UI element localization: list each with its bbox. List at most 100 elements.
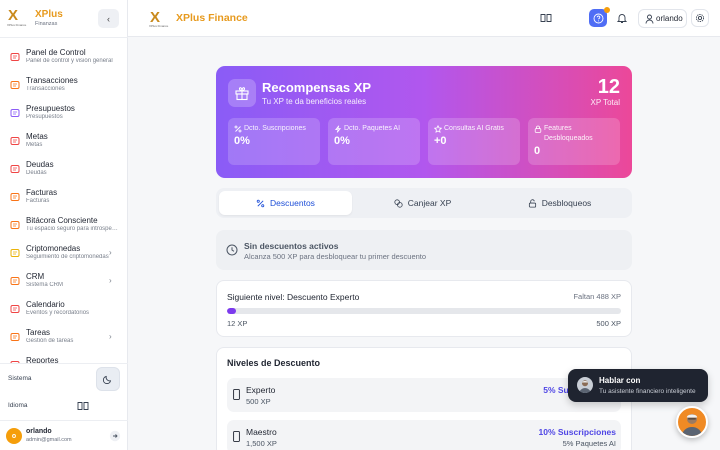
level-xp: 1,500 XP (246, 439, 277, 448)
discount-level-row: Experto500 XP5% Suscripciones (227, 378, 621, 412)
xp-total-value: 12 (597, 76, 620, 98)
level-secondary-benefit: 5% Paquetes AI (562, 439, 616, 448)
rewards-card: Recompensas XP Tu XP te da beneficios re… (216, 66, 632, 178)
invoices-icon (10, 193, 20, 201)
bell-icon[interactable] (616, 12, 628, 24)
sidebar-item-title: Tareas (26, 328, 51, 337)
chat-assistant-button[interactable] (676, 406, 708, 438)
logout-icon[interactable] (109, 430, 121, 442)
tab-3[interactable]: Desbloqueos (493, 191, 626, 215)
rewards-stat-label: Consultas AI Gratis (444, 125, 504, 132)
sidebar-item-8[interactable]: Criptomonedas Seguimiento de criptomoneda… (0, 241, 128, 267)
tab-label: Canjear XP (407, 198, 452, 208)
sidebar-item-title: Facturas (26, 188, 58, 197)
help-icon (593, 13, 603, 23)
lock-icon (534, 125, 542, 133)
gift-icon (235, 87, 249, 101)
gift-icon-box (228, 79, 256, 107)
settings-button[interactable] (691, 9, 709, 27)
sidebar-item-subtitle: Facturas (26, 198, 50, 204)
rewards-stat-label: Dcto. Suscripciones (244, 125, 306, 132)
percent-icon (234, 125, 242, 133)
sidebar-item-1[interactable]: Panel de Control Panel de control y visió… (0, 45, 128, 71)
unlock-icon (528, 198, 536, 208)
sidebar-item-subtitle: Tu espacio seguro para introspección (26, 226, 118, 232)
xp-progress-fill (227, 308, 237, 314)
user-icon (645, 14, 654, 24)
sidebar-item-title: Criptomonedas (26, 244, 81, 253)
sidebar-item-10[interactable]: Calendario Eventos y recordatorios (0, 297, 128, 323)
sidebar-item-title: Deudas (26, 160, 54, 169)
tab-label: Desbloqueos (541, 198, 592, 208)
chevron-left-icon: ‹ (107, 13, 110, 24)
sidebar-item-title: Reportes (26, 356, 59, 363)
notification-dot (604, 7, 610, 13)
next-level-title: Siguiente nivel: Descuento Experto (227, 292, 360, 302)
level-main-benefit: 10% Suscripciones (538, 427, 616, 437)
chat-subtitle: Tu asistente financiero inteligente (599, 388, 696, 395)
sidebar-item-title: Panel de Control (26, 48, 86, 57)
header-user-name: orlando (656, 14, 683, 23)
sidebar-item-subtitle: Eventos y recordatorios (26, 310, 90, 316)
sidebar-nav: Panel de Control Panel de control y visió… (0, 45, 128, 363)
sidebar-item-title: Metas (26, 132, 48, 141)
star-icon (434, 125, 442, 133)
rewards-stat-label: Features Desbloqueados (544, 125, 593, 142)
sidebar-item-6[interactable]: Facturas Facturas (0, 185, 128, 211)
chat-assistant-popup[interactable]: Hablar con Tu asistente financiero intel… (568, 369, 708, 402)
debts-icon (10, 165, 20, 173)
sidebar-item-3[interactable]: Presupuestos Presupuestos (0, 101, 128, 127)
chevron-right-icon: › (109, 276, 112, 285)
rewards-stat: Consultas AI Gratis +0 (428, 118, 520, 165)
language-book-icon[interactable] (540, 13, 552, 23)
sidebar-item-title: Presupuestos (26, 104, 75, 113)
user-email: admin@gmail.com (26, 437, 72, 443)
tab-label: Descuentos (270, 198, 315, 208)
chat-title: Hablar con (599, 376, 641, 385)
chevron-right-icon: › (109, 248, 112, 257)
level-xp: 500 XP (246, 397, 271, 406)
goals-icon (10, 137, 20, 145)
theme-toggle-button[interactable] (96, 367, 120, 391)
bolt-icon (334, 125, 342, 133)
sidebar-item-subtitle: Gestión de tareas (26, 338, 74, 344)
collapse-sidebar-button[interactable]: ‹ (98, 9, 119, 28)
top-header: X XPlus Finance XPlus Finance orlando (128, 0, 720, 37)
sidebar-item-title: Transacciones (26, 76, 78, 85)
rewards-stat: Features Desbloqueados 0 (528, 118, 620, 165)
sidebar-item-4[interactable]: Metas Metas (0, 129, 128, 155)
current-xp-label: 12 XP (227, 319, 248, 328)
sidebar-item-7[interactable]: Bitácora Consciente Tu espacio seguro par… (0, 213, 128, 239)
sidebar-item-subtitle: Panel de control y visión general (26, 58, 113, 64)
sidebar-item-5[interactable]: Deudas Deudas (0, 157, 128, 183)
tab-1[interactable]: Descuentos (219, 191, 352, 215)
journal-icon (10, 221, 20, 229)
coins-icon (394, 198, 403, 208)
no-discounts-notice: Sin descuentos activos Alcanza 500 XP pa… (216, 230, 632, 270)
sidebar-item-11[interactable]: Tareas Gestión de tareas › (0, 325, 128, 351)
system-label: Sistema (8, 375, 32, 382)
sidebar-item-12[interactable]: Reportes (0, 353, 128, 363)
user-name: orlando (26, 428, 52, 435)
sidebar-item-2[interactable]: Transacciones Transacciones (0, 73, 128, 99)
sidebar-item-title: Calendario (26, 300, 65, 309)
sidebar-item-9[interactable]: CRM Sistema CRM › (0, 269, 128, 295)
rewards-title: Recompensas XP (262, 80, 372, 95)
assistant-avatar-icon (682, 414, 702, 436)
rewards-stat: Dcto. Paquetes AI 0% (328, 118, 420, 165)
brand[interactable]: X XPlus Finance XPlus Finanzas (7, 7, 63, 28)
tab-2[interactable]: Canjear XP (356, 191, 489, 215)
next-level-card: Siguiente nivel: Descuento Experto Falta… (216, 280, 632, 337)
level-name: Maestro (246, 427, 277, 437)
transactions-icon (10, 81, 20, 89)
crypto-icon (10, 249, 20, 257)
language-book-icon[interactable] (77, 401, 89, 411)
brand-logo: X XPlus Finance (7, 7, 27, 28)
rewards-stat: Dcto. Suscripciones 0% (228, 118, 320, 165)
user-menu-button[interactable]: orlando (638, 9, 687, 28)
clock-icon (226, 244, 238, 256)
no-discounts-title: Sin descuentos activos (244, 241, 339, 251)
no-discounts-subtitle: Alcanza 500 XP para desbloquear tu prime… (244, 252, 427, 261)
rewards-stat-value: 0 (534, 145, 541, 157)
moon-icon (103, 375, 112, 384)
